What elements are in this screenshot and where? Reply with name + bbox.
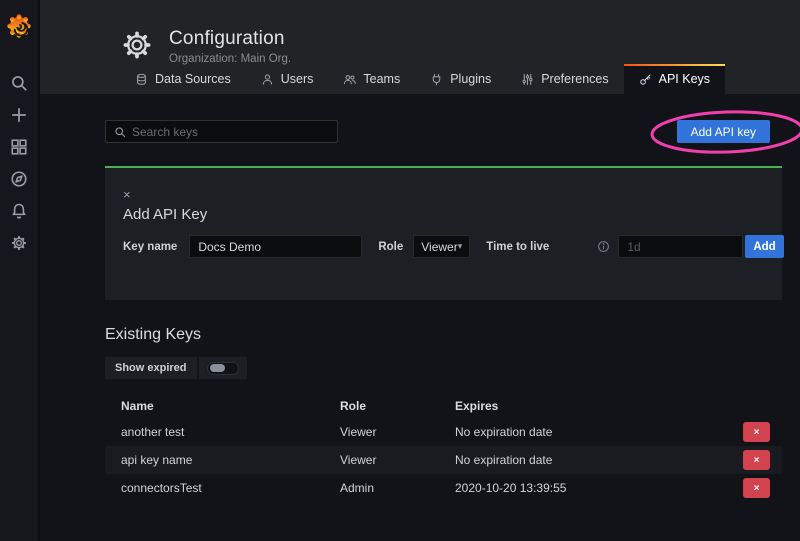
key-role-cell: Admin: [340, 481, 455, 495]
key-name-label: Key name: [123, 241, 177, 253]
users-icon: [343, 73, 356, 86]
tab-label: Data Sources: [155, 72, 231, 86]
api-keys-page: Add API key × Add API Key Key name Role …: [40, 94, 800, 541]
page-header: Configuration Organization: Main Org.: [40, 0, 800, 64]
page-title-block: Configuration Organization: Main Org.: [169, 28, 291, 65]
panel-title: Add API Key: [123, 206, 764, 223]
show-expired-control: Show expired: [105, 357, 782, 379]
tab-label: Users: [281, 72, 314, 86]
role-select[interactable]: Viewer ▾: [413, 235, 470, 258]
info-icon[interactable]: [597, 240, 610, 253]
tab-label: Preferences: [541, 72, 608, 86]
delete-key-button[interactable]: ×: [743, 422, 770, 442]
show-expired-toggle[interactable]: [199, 357, 247, 379]
key-expires-cell: No expiration date: [455, 425, 743, 439]
tab-api-keys[interactable]: API Keys: [624, 64, 725, 94]
database-icon: [135, 73, 148, 86]
tab-teams[interactable]: Teams: [328, 64, 415, 94]
dashboards-grid-icon[interactable]: [10, 138, 28, 156]
plug-icon: [430, 73, 443, 86]
sidebar-menu: [10, 74, 28, 252]
search-icon[interactable]: [10, 74, 28, 92]
ttl-input[interactable]: [618, 235, 743, 258]
tab-bar: Data Sources Users: [40, 64, 800, 94]
add-key-form: Key name Role Viewer ▾ Time to live: [123, 235, 764, 258]
user-icon: [261, 73, 274, 86]
plus-icon[interactable]: [10, 106, 28, 124]
key-expires-cell: 2020-10-20 13:39:55: [455, 481, 743, 495]
grafana-app: Configuration Organization: Main Org. Da…: [0, 0, 800, 541]
tab-preferences[interactable]: Preferences: [506, 64, 623, 94]
ttl-label: Time to live: [486, 241, 549, 253]
key-icon: [639, 73, 652, 86]
add-api-key-button[interactable]: Add API key: [677, 120, 770, 143]
toggle-track: [207, 362, 239, 375]
key-expires-cell: No expiration date: [455, 453, 743, 467]
key-name-cell: connectorsTest: [105, 481, 340, 495]
search-keys-input[interactable]: [132, 121, 337, 142]
sliders-icon: [521, 73, 534, 86]
main-area: Configuration Organization: Main Org. Da…: [40, 0, 800, 541]
existing-keys-title: Existing Keys: [105, 326, 782, 344]
add-api-key-panel: × Add API Key Key name Role Viewer ▾ Tim…: [105, 166, 782, 300]
col-header-expires: Expires: [455, 399, 743, 413]
tab-label: API Keys: [659, 72, 710, 86]
table-row: another test Viewer No expiration date ×: [105, 418, 782, 446]
tab-data-sources[interactable]: Data Sources: [120, 64, 246, 94]
api-keys-table: Name Role Expires another test Viewer No…: [105, 393, 782, 502]
key-role-cell: Viewer: [340, 425, 455, 439]
grafana-logo-icon: [6, 13, 32, 39]
add-api-key-button-wrap: Add API key: [677, 120, 770, 143]
explore-compass-icon[interactable]: [10, 170, 28, 188]
delete-key-button[interactable]: ×: [743, 450, 770, 470]
toolbar: Add API key: [105, 120, 782, 143]
toggle-knob: [210, 364, 225, 372]
key-name-cell: another test: [105, 425, 340, 439]
sidebar: [0, 0, 40, 541]
show-expired-label: Show expired: [105, 357, 197, 379]
key-role-cell: Viewer: [340, 453, 455, 467]
delete-key-button[interactable]: ×: [743, 478, 770, 498]
grafana-logo[interactable]: [0, 0, 39, 52]
configuration-gear-icon[interactable]: [10, 234, 28, 252]
tab-plugins[interactable]: Plugins: [415, 64, 506, 94]
search-icon: [114, 126, 126, 138]
gear-icon: [120, 28, 154, 62]
col-header-name: Name: [105, 399, 340, 413]
search-keys-box: [105, 120, 338, 143]
add-submit-button[interactable]: Add: [745, 235, 783, 258]
page-header-band: Configuration Organization: Main Org. Da…: [40, 0, 800, 94]
tab-users[interactable]: Users: [246, 64, 329, 94]
table-row: connectorsTest Admin 2020-10-20 13:39:55…: [105, 474, 782, 502]
page-title: Configuration: [169, 28, 291, 50]
table-row: api key name Viewer No expiration date ×: [105, 446, 782, 474]
key-name-cell: api key name: [105, 453, 340, 467]
tab-label: Teams: [363, 72, 400, 86]
table-header-row: Name Role Expires: [105, 393, 782, 418]
chevron-down-icon: ▾: [458, 241, 463, 252]
role-label: Role: [378, 241, 403, 253]
col-header-role: Role: [340, 399, 455, 413]
tab-label: Plugins: [450, 72, 491, 86]
key-name-input[interactable]: [189, 235, 362, 258]
role-selected-value: Viewer: [421, 240, 457, 254]
close-icon[interactable]: ×: [123, 190, 135, 200]
alerting-bell-icon[interactable]: [10, 202, 28, 220]
